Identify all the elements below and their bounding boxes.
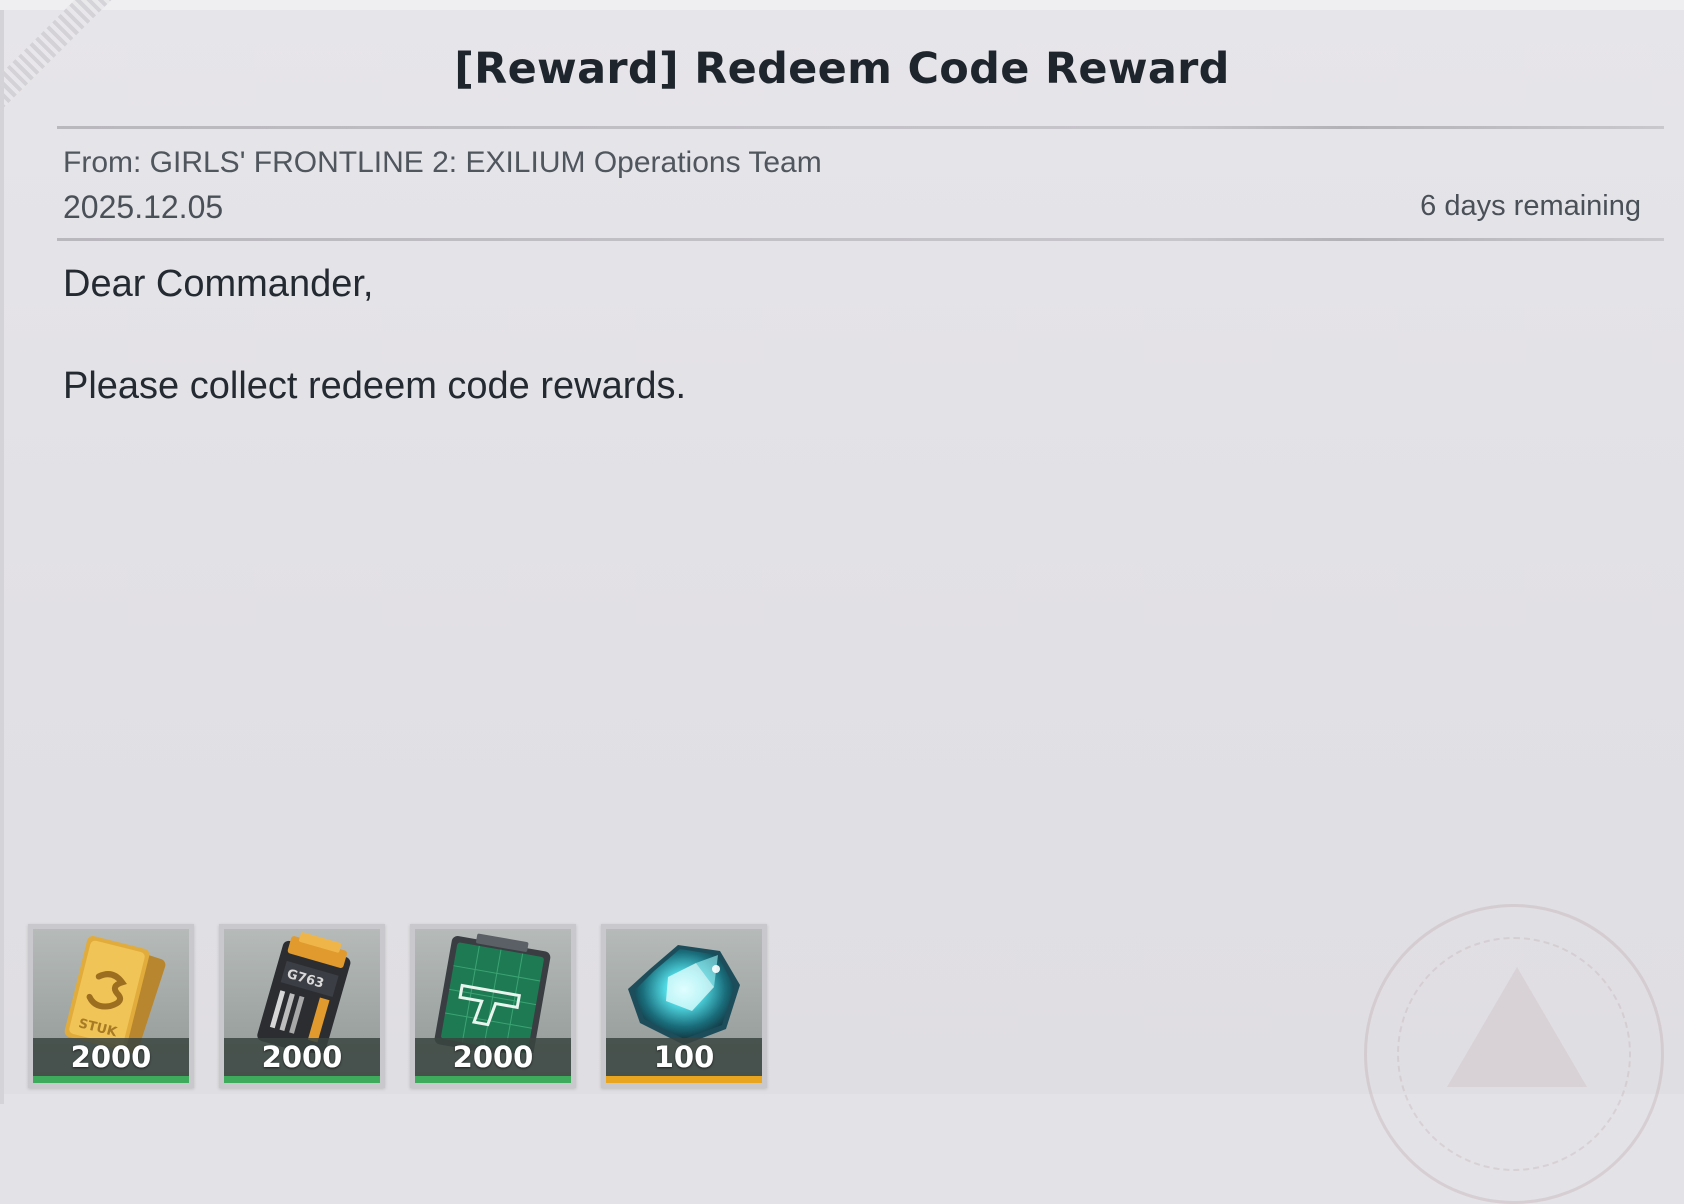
weapon-blueprint-icon xyxy=(434,933,551,1053)
reward-item[interactable]: 2000 xyxy=(410,924,576,1088)
reward-count: 100 xyxy=(606,1038,762,1076)
mail-panel: [Reward] Redeem Code Reward From: GIRLS'… xyxy=(0,0,1684,1204)
reward-item[interactable]: STUK 2000 xyxy=(28,924,194,1088)
reward-count: 2000 xyxy=(415,1038,571,1076)
reward-count: 2000 xyxy=(224,1038,380,1076)
mail-date: 2025.12.05 xyxy=(63,189,224,225)
mail-expiry: 6 days remaining xyxy=(1420,190,1641,222)
crystal-gem-icon xyxy=(628,945,740,1045)
rarity-bar xyxy=(33,1076,189,1083)
mail-title: [Reward] Redeem Code Reward xyxy=(454,44,1230,94)
watermark-seal-icon xyxy=(1364,904,1664,1204)
mail-message: Please collect redeem code rewards. xyxy=(63,365,687,407)
reward-item[interactable]: G763 2000 xyxy=(219,924,385,1088)
panel-edge xyxy=(0,10,4,1104)
reward-count: 2000 xyxy=(33,1038,189,1076)
divider xyxy=(57,126,1664,129)
rarity-bar xyxy=(606,1076,762,1083)
divider xyxy=(57,238,1664,241)
mail-sender: From: GIRLS' FRONTLINE 2: EXILIUM Operat… xyxy=(63,146,822,179)
gold-credit-card-icon: STUK xyxy=(64,936,166,1053)
reward-list: STUK 2000 G763 2000 2000 100 xyxy=(28,924,767,1088)
mail-greeting: Dear Commander, xyxy=(63,263,374,305)
reward-item[interactable]: 100 xyxy=(601,924,767,1088)
battery-cell-icon: G763 xyxy=(257,932,351,1053)
rarity-bar xyxy=(224,1076,380,1083)
rarity-bar xyxy=(415,1076,571,1083)
